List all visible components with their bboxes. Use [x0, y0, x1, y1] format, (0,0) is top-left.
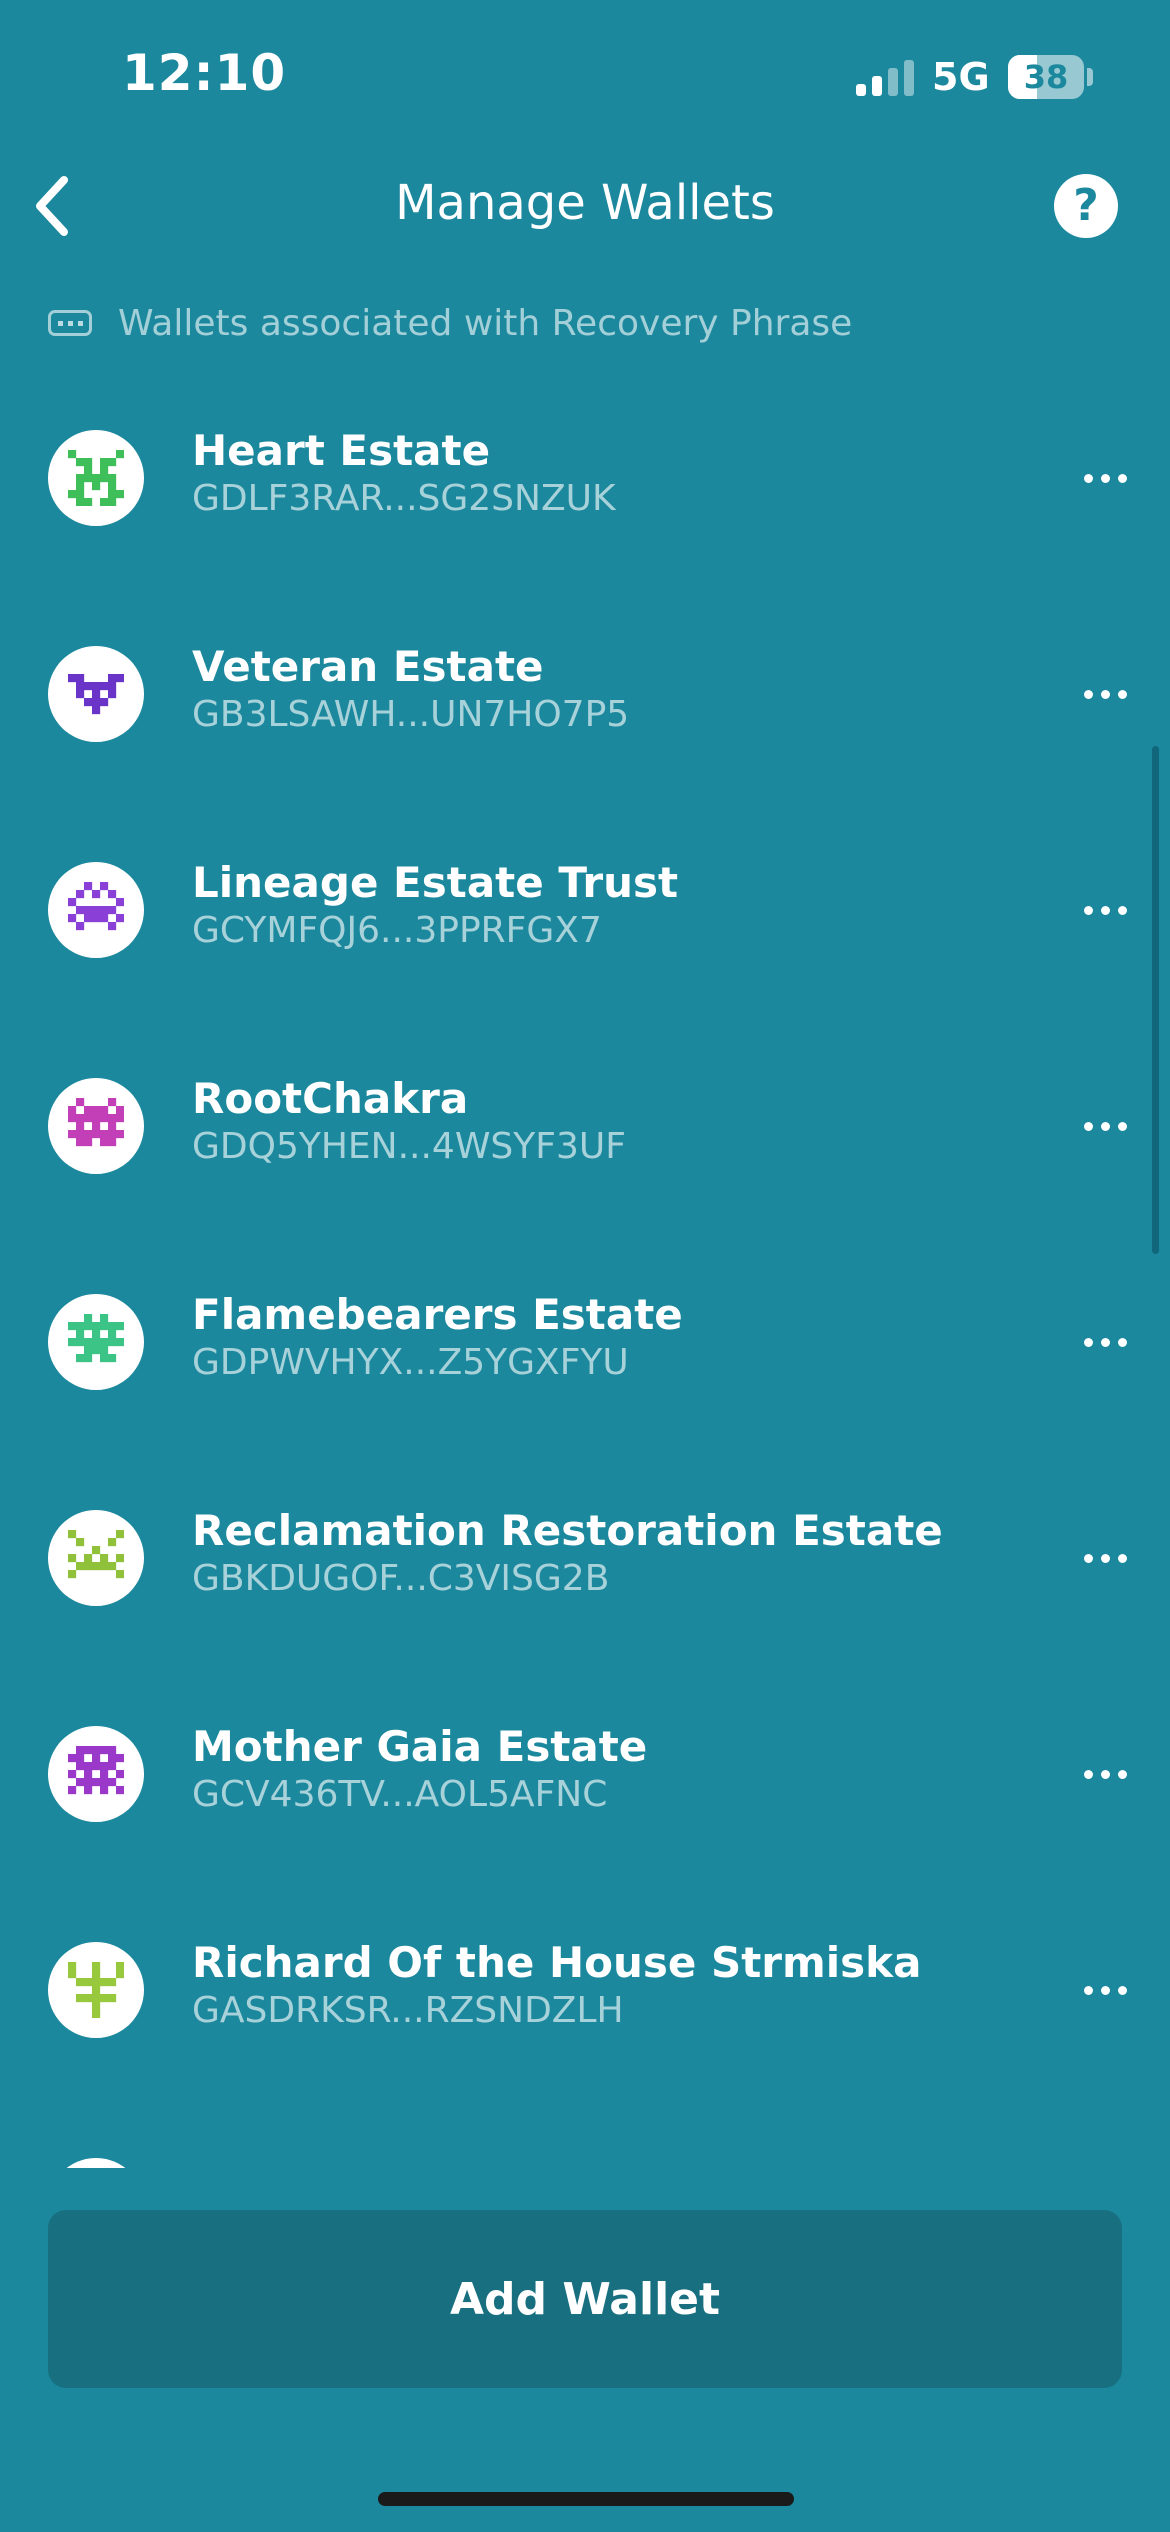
help-button[interactable]: ?: [1054, 174, 1118, 238]
wallet-address: GCV436TV...AOL5AFNC: [192, 1774, 608, 1815]
wallet-address: GCYMFQJ6...3PPRFGX7: [192, 910, 602, 951]
wallet-name: RootChakra: [192, 1074, 469, 1123]
status-time: 12:10: [122, 44, 287, 102]
more-options-button[interactable]: [1070, 458, 1140, 498]
wallet-name: Heart Estate: [192, 426, 491, 475]
wallet-avatar-icon: [48, 430, 144, 526]
wallet-avatar-icon: [48, 1294, 144, 1390]
wallet-name: Richard Of the House Strmiska: [192, 1938, 922, 1987]
wallet-avatar-icon: [48, 646, 144, 742]
more-options-button[interactable]: [1070, 674, 1140, 714]
more-options-button[interactable]: [1070, 1538, 1140, 1578]
wallet-row[interactable]: RootChakra GDQ5YHEN...4WSYF3UF: [0, 1044, 1170, 1260]
wallet-row[interactable]: Lineage Estate Trust GCYMFQJ6...3PPRFGX7: [0, 828, 1170, 1044]
more-options-button[interactable]: [1070, 1754, 1140, 1794]
scrollbar[interactable]: [1152, 746, 1159, 1254]
network-type: 5G: [932, 55, 990, 99]
more-options-button[interactable]: [1070, 1970, 1140, 2010]
wallet-row[interactable]: Mother Gaia Estate GCV436TV...AOL5AFNC: [0, 1692, 1170, 1908]
battery-cap: [1087, 68, 1093, 86]
wallet-name: Reclamation Restoration Estate: [192, 1506, 943, 1555]
wallet-row[interactable]: Flamebearers Estate GDPWVHYX...Z5YGXFYU: [0, 1260, 1170, 1476]
wallet-address: GDLF3RAR...SG2SNZUK: [192, 478, 616, 519]
battery-level: 38: [1023, 58, 1069, 96]
keyboard-icon: [48, 310, 92, 336]
page-title: Manage Wallets: [395, 175, 775, 231]
wallet-avatar-icon: [48, 1078, 144, 1174]
wallet-avatar-icon: [48, 1510, 144, 1606]
wallet-avatar-icon: [48, 1942, 144, 2038]
status-bar: 12:10 5G 38: [0, 0, 1170, 150]
wallet-list: Heart Estate GDLF3RAR...SG2SNZUK Veteran…: [0, 396, 1170, 2168]
wallet-name: Mother Gaia Estate: [192, 1722, 648, 1771]
wallet-name: Veteran Estate: [192, 642, 544, 691]
wallet-avatar-icon: [48, 1726, 144, 1822]
battery-icon: 38: [1008, 55, 1084, 99]
wallet-name: Flamebearers Estate: [192, 1290, 683, 1339]
more-options-button[interactable]: [1070, 1106, 1140, 1146]
wallet-row[interactable]: Reclamation Restoration Estate GBKDUGOF.…: [0, 1476, 1170, 1692]
more-options-button[interactable]: [1070, 890, 1140, 930]
wallet-row[interactable]: Heart Estate GDLF3RAR...SG2SNZUK: [0, 396, 1170, 612]
wallet-address: GDPWVHYX...Z5YGXFYU: [192, 1342, 629, 1383]
wallet-name: Lineage Estate Trust: [192, 858, 679, 907]
add-wallet-button[interactable]: Add Wallet: [48, 2210, 1122, 2388]
signal-icon: [856, 60, 916, 96]
wallet-avatar-icon: [48, 862, 144, 958]
wallet-address: GASDRKSR...RZSNDZLH: [192, 1990, 624, 2031]
section-label: Wallets associated with Recovery Phrase: [118, 302, 853, 344]
more-options-button[interactable]: [1070, 1322, 1140, 1362]
wallet-address: GBKDUGOF...C3VISG2B: [192, 1558, 610, 1599]
section-header: Wallets associated with Recovery Phrase: [48, 300, 852, 346]
wallet-row[interactable]: Richard Of the House Strmiska GASDRKSR..…: [0, 1908, 1170, 2124]
home-indicator: [378, 2492, 794, 2506]
wallet-avatar-icon: [48, 2158, 144, 2168]
wallet-row-partial[interactable]: [0, 2124, 1170, 2168]
wallet-row[interactable]: Veteran Estate GB3LSAWH...UN7HO7P5: [0, 612, 1170, 828]
wallet-address: GDQ5YHEN...4WSYF3UF: [192, 1126, 626, 1167]
wallet-address: GB3LSAWH...UN7HO7P5: [192, 694, 630, 735]
